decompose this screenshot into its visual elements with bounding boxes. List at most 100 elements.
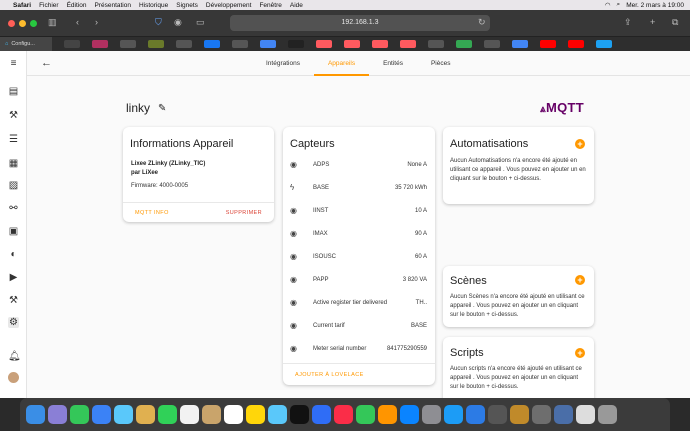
photos-icon[interactable] [136,405,155,424]
menu-historique[interactable]: Historique [139,2,168,9]
sidebar-wrench-icon[interactable]: ⚒ [8,110,19,121]
tab-integrations[interactable]: Intégrations [252,51,314,76]
reader-icon[interactable]: ▭ [196,17,205,28]
sidebar-toggle-icon[interactable]: ▥ [48,17,57,28]
edit-pencil-icon[interactable]: ✎ [158,103,166,114]
launchpad-icon[interactable] [48,405,67,424]
sidebar-history-icon[interactable]: ▨ [8,180,19,191]
notes-icon[interactable] [246,405,265,424]
reload-icon[interactable]: ↻ [478,17,486,28]
sidebar-media-icon[interactable]: ▶ [8,272,19,283]
sidebar-compass-icon[interactable]: ◐ [8,249,19,260]
calendar-icon[interactable] [180,405,199,424]
sidebar-hammer-icon[interactable]: ⚒ [8,295,19,306]
menu-aide[interactable]: Aide [290,2,303,9]
sensor-row[interactable]: ◉ IMAX 90 A [283,227,435,241]
wifi-icon[interactable]: ◠ [605,1,611,9]
menu-icon[interactable]: ≡ [8,58,19,69]
new-tab-icon[interactable]: + [650,17,655,27]
safari-icon[interactable] [114,405,133,424]
address-bar[interactable]: 192.168.1.3 [230,15,490,31]
sidebar-energy-icon[interactable]: ▦ [8,158,19,169]
bookmark-tab-icon[interactable] [484,40,500,48]
minimize-window-button[interactable] [19,19,26,27]
add-script-button[interactable]: + [575,348,585,358]
menu-developpement[interactable]: Développement [206,2,252,9]
bookmark-tab-icon[interactable] [120,40,136,48]
bookmark-tab-icon[interactable] [372,40,388,48]
bookmark-tab-icon[interactable] [400,40,416,48]
bookmark-tab-icon[interactable] [540,40,556,48]
bookmark-tab-icon[interactable] [204,40,220,48]
contacts-icon[interactable] [202,405,221,424]
notifications-icon[interactable]: 🔔︎ [8,351,21,362]
tab-overview-icon[interactable]: ⧉ [672,17,678,28]
forward-icon[interactable]: › [95,17,98,27]
utility-app-icon[interactable] [466,405,485,424]
downloads-stack-icon[interactable] [576,405,595,424]
sidebar-logbook-icon[interactable]: ☰ [8,134,19,145]
close-window-button[interactable] [8,19,15,27]
sensor-row[interactable]: ◉ Current tarif BASE [283,319,435,333]
bookmark-tab-icon[interactable] [232,40,248,48]
finder-icon[interactable] [26,405,45,424]
bookmark-tab-icon[interactable] [176,40,192,48]
add-scene-button[interactable]: + [575,275,585,285]
tab-entities[interactable]: Entités [369,51,417,76]
sidebar-settings-icon[interactable]: ⚙ [8,317,19,328]
avatar[interactable] [8,372,19,383]
back-arrow-icon[interactable]: ← [41,57,52,69]
sensor-row[interactable]: ◉ ADPS None A [283,158,435,172]
menu-safari[interactable]: Safari [13,2,31,9]
messages-icon[interactable] [70,405,89,424]
sidebar-terminal-icon[interactable]: ▣ [8,226,19,237]
app-store-icon[interactable] [400,405,419,424]
console-icon[interactable] [510,405,529,424]
bookmark-tab-icon[interactable] [456,40,472,48]
bookmark-tab-icon[interactable] [568,40,584,48]
tab-devices[interactable]: Appareils [313,51,370,76]
delete-button[interactable]: SUPPRIMER [226,210,262,216]
bookmark-tab-icon[interactable] [64,40,80,48]
mail-icon[interactable] [92,405,111,424]
bookmark-tab-icon[interactable] [288,40,304,48]
sensor-row[interactable]: ◉ ISOUSC 60 A [283,250,435,264]
facetime-icon[interactable] [158,405,177,424]
network-utility-icon[interactable] [554,405,573,424]
trash-icon[interactable] [598,405,617,424]
current-tab[interactable]: ⌂ Configu... [0,36,52,52]
bookmark-tab-icon[interactable] [148,40,164,48]
maps-icon[interactable] [268,405,287,424]
pages-icon[interactable] [378,405,397,424]
menu-edition[interactable]: Édition [67,2,87,9]
bookmark-tab-icon[interactable] [428,40,444,48]
bookmark-tab-icon[interactable] [92,40,108,48]
menu-fenetre[interactable]: Fenêtre [259,2,281,9]
menu-signets[interactable]: Signets [176,2,198,9]
tab-areas[interactable]: Pièces [417,51,465,76]
mqtt-info-button[interactable]: MQTT INFO [135,210,169,216]
bookmark-tab-icon[interactable] [316,40,332,48]
extension-icon[interactable]: ◉ [174,17,182,28]
bookmark-tab-icon[interactable] [596,40,612,48]
share-icon[interactable]: ⇪ [624,17,632,28]
system-preferences-icon[interactable] [422,405,441,424]
clock[interactable]: Mer. 2 mars à 19:00 [626,2,684,9]
numbers-icon[interactable] [356,405,375,424]
bookmark-tab-icon[interactable] [260,40,276,48]
back-icon[interactable]: ‹ [76,17,79,27]
add-automation-button[interactable]: + [575,139,585,149]
menu-presentation[interactable]: Présentation [94,2,131,9]
sensor-row[interactable]: ◉ IINST 10 A [283,204,435,218]
zoom-window-button[interactable] [30,19,37,27]
bookmark-tab-icon[interactable] [512,40,528,48]
display-app-icon[interactable] [532,405,551,424]
reminders-icon[interactable] [224,405,243,424]
terminal-app-icon[interactable] [488,405,507,424]
tv-icon[interactable] [290,405,309,424]
search-icon[interactable]: ⌕ [617,1,621,9]
sensor-row[interactable]: ◉ Active register tier delivered TH.. [283,296,435,310]
bookmark-tab-icon[interactable] [344,40,360,48]
music-icon[interactable] [334,405,353,424]
shield-icon[interactable]: ⛉ [155,17,162,28]
